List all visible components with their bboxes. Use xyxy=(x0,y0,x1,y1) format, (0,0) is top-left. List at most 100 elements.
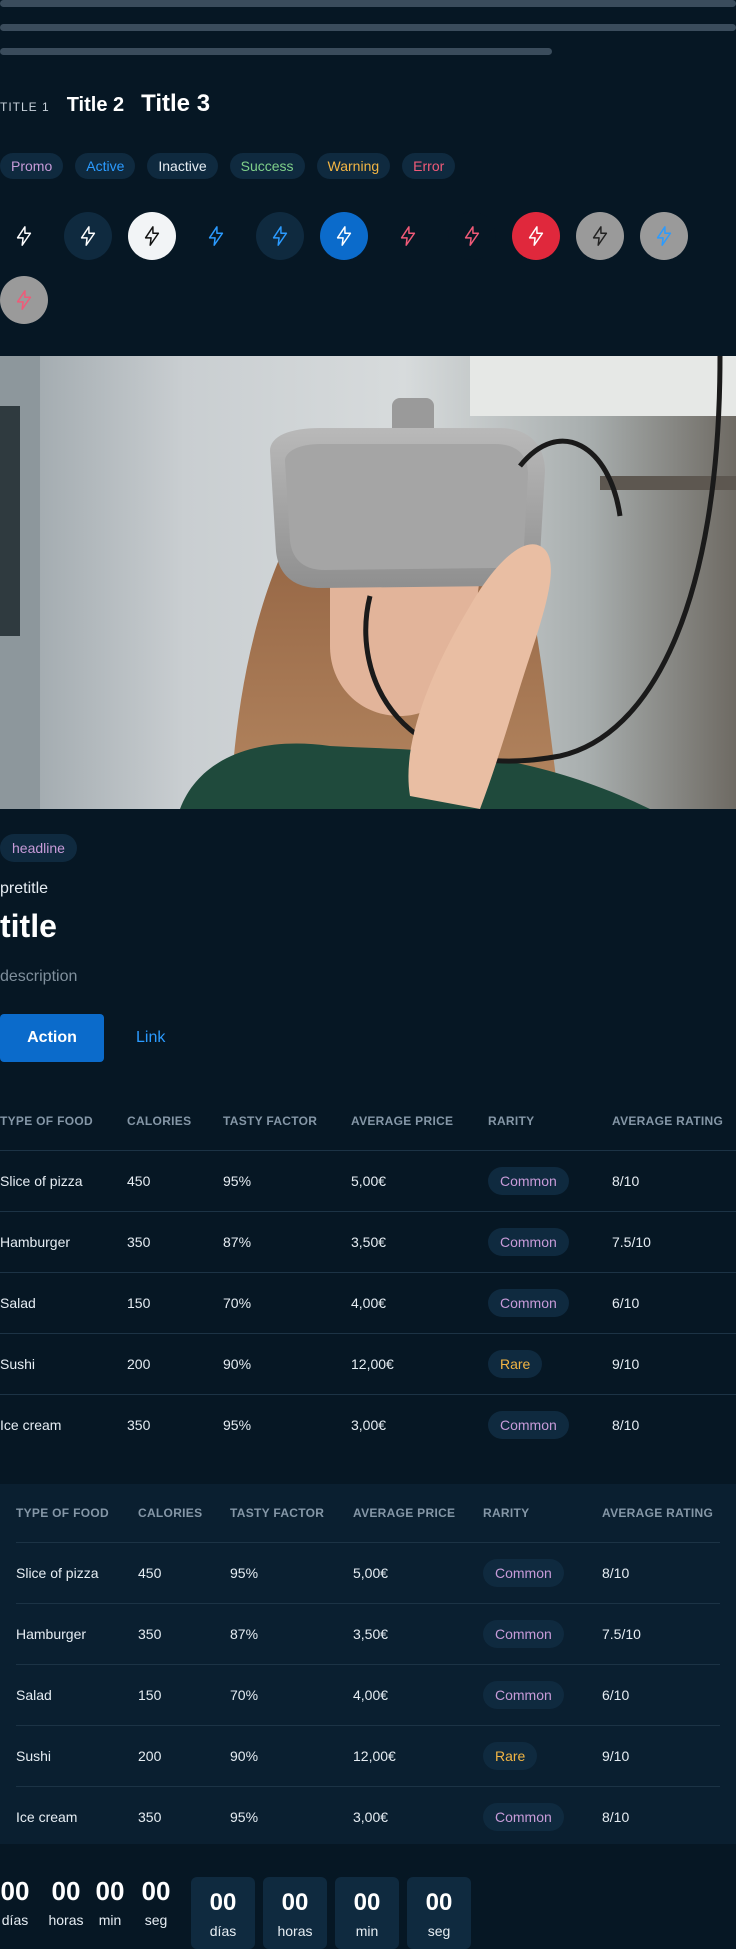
countdown-unit-días: 00 días xyxy=(0,1876,30,1928)
countdown-value: 00 xyxy=(209,1889,237,1916)
rarity-badge: Common xyxy=(483,1619,564,1648)
bolt-icon xyxy=(592,226,608,246)
table-cell: 90% xyxy=(230,1724,353,1786)
countdown-box-min: 00 min xyxy=(335,1877,399,1949)
icon-button-6[interactable] xyxy=(320,212,368,260)
table-cell: Ice cream xyxy=(16,1785,138,1847)
table-cell: Slice of pizza xyxy=(0,1149,127,1211)
table-row: Salad 150 70% 4,00€ Common 6/10 xyxy=(16,1663,720,1725)
countdown-label: seg xyxy=(144,1912,168,1928)
table-header-row: TYPE OF FOOD CALORIES TASTY FACTOR AVERAGE … xyxy=(0,1092,736,1150)
icon-button-9[interactable] xyxy=(512,212,560,260)
countdown-box-seg: 00 seg xyxy=(407,1877,471,1949)
bolt-icon xyxy=(144,226,160,246)
table-row: Sushi 200 90% 12,00€ Rare 9/10 xyxy=(0,1332,736,1394)
table-cell: 200 xyxy=(127,1332,223,1394)
table-cell: 150 xyxy=(127,1271,223,1333)
table-cell: 350 xyxy=(127,1393,223,1455)
countdown-label: seg xyxy=(427,1923,451,1939)
column-header: AVERAGE PRICE xyxy=(351,1113,454,1128)
countdown-value: 00 xyxy=(425,1889,453,1916)
countdown-value: 00 xyxy=(281,1889,309,1916)
icon-button-11[interactable] xyxy=(640,212,688,260)
column-header: TYPE OF FOOD xyxy=(0,1113,93,1128)
rarity-badge: Common xyxy=(483,1680,564,1709)
table-cell: 3,00€ xyxy=(351,1393,488,1455)
bolt-icon xyxy=(528,226,544,246)
icon-button-8[interactable] xyxy=(448,212,496,260)
bolt-icon xyxy=(16,226,32,246)
title-2: Title 2 xyxy=(66,94,125,116)
bolt-icon xyxy=(464,226,480,246)
countdown-box-días: 00 días xyxy=(191,1877,255,1949)
icon-button-1[interactable] xyxy=(0,212,48,260)
column-header: TYPE OF FOOD xyxy=(16,1505,109,1520)
table-row: Ice cream 350 95% 3,00€ Common 8/10 xyxy=(16,1785,720,1847)
title-3: Title 3 xyxy=(141,90,211,117)
bolt-icon xyxy=(400,226,416,246)
table-cell: 6/10 xyxy=(602,1663,720,1725)
rarity-badge: Common xyxy=(488,1166,569,1195)
countdown-value: 00 xyxy=(0,1876,30,1906)
table-cell: 12,00€ xyxy=(351,1332,488,1394)
countdown-box-horas: 00 horas xyxy=(263,1877,327,1949)
column-header: CALORIES xyxy=(138,1505,203,1520)
pretitle: pretitle xyxy=(0,880,49,897)
countdown-value: 00 xyxy=(353,1889,381,1916)
icon-button-12[interactable] xyxy=(0,276,48,324)
column-header: AVERAGE PRICE xyxy=(353,1505,456,1520)
table-cell: 7.5/10 xyxy=(612,1210,736,1272)
table-cell: Hamburger xyxy=(16,1602,138,1664)
countdown-value: 00 xyxy=(51,1876,81,1906)
table-row: Hamburger 350 87% 3,50€ Common 7.5/10 xyxy=(16,1602,720,1664)
action-button[interactable]: Action xyxy=(0,1014,104,1062)
tag-inactive: Inactive xyxy=(147,153,218,179)
link-button[interactable]: Link xyxy=(120,1014,181,1062)
table-cell: 8/10 xyxy=(612,1149,736,1211)
table-cell: 5,00€ xyxy=(351,1149,488,1211)
bolt-icon xyxy=(208,226,224,246)
tag-success: Success xyxy=(229,153,305,179)
food-table-boxed-grid: TYPE OF FOOD CALORIES TASTY FACTOR AVERAGE … xyxy=(16,1484,720,1847)
table-cell: Common xyxy=(488,1149,612,1211)
table-cell: 350 xyxy=(127,1210,223,1272)
table-cell: Common xyxy=(483,1602,602,1664)
rarity-badge: Common xyxy=(488,1410,569,1439)
countdown-label: días xyxy=(1,1912,29,1928)
loading-bar-3 xyxy=(0,48,552,55)
tag-active: Active xyxy=(75,153,136,179)
column-header: TASTY FACTOR xyxy=(230,1505,325,1520)
table-cell: Common xyxy=(488,1210,612,1272)
rarity-badge: Common xyxy=(488,1227,569,1256)
table-cell: 200 xyxy=(138,1724,230,1786)
title-row: TITLE 1 Title 2 Title 3 xyxy=(0,90,210,118)
countdown-unit-seg: 00 seg xyxy=(141,1876,171,1928)
table-cell: 95% xyxy=(223,1393,351,1455)
rarity-badge: Common xyxy=(483,1558,564,1587)
rarity-badge: Common xyxy=(488,1288,569,1317)
countdown-value: 00 xyxy=(141,1876,171,1906)
table-cell: Common xyxy=(483,1663,602,1725)
column-header: AVERAGE RATING xyxy=(612,1113,724,1128)
column-header: TASTY FACTOR xyxy=(223,1113,318,1128)
icon-button-3[interactable] xyxy=(128,212,176,260)
icon-button-4[interactable] xyxy=(192,212,240,260)
countdown-label: min xyxy=(98,1912,122,1928)
table-cell: 70% xyxy=(230,1663,353,1725)
table-cell: Slice of pizza xyxy=(16,1541,138,1603)
column-header: AVERAGE RATING xyxy=(602,1505,714,1520)
loading-bar-2 xyxy=(0,24,736,31)
table-cell: Hamburger xyxy=(0,1210,127,1272)
icon-button-10[interactable] xyxy=(576,212,624,260)
table-row: Hamburger 350 87% 3,50€ Common 7.5/10 xyxy=(0,1210,736,1272)
food-table-grid: TYPE OF FOOD CALORIES TASTY FACTOR AVERAGE … xyxy=(0,1092,736,1455)
icon-button-7[interactable] xyxy=(384,212,432,260)
icon-button-2[interactable] xyxy=(64,212,112,260)
column-header: RARITY xyxy=(488,1113,535,1128)
table-cell: Common xyxy=(488,1393,612,1455)
hero-image xyxy=(0,356,736,809)
table-cell: Ice cream xyxy=(0,1393,127,1455)
countdown-label: horas xyxy=(48,1912,84,1928)
icon-button-5[interactable] xyxy=(256,212,304,260)
table-cell: 4,00€ xyxy=(353,1663,483,1725)
